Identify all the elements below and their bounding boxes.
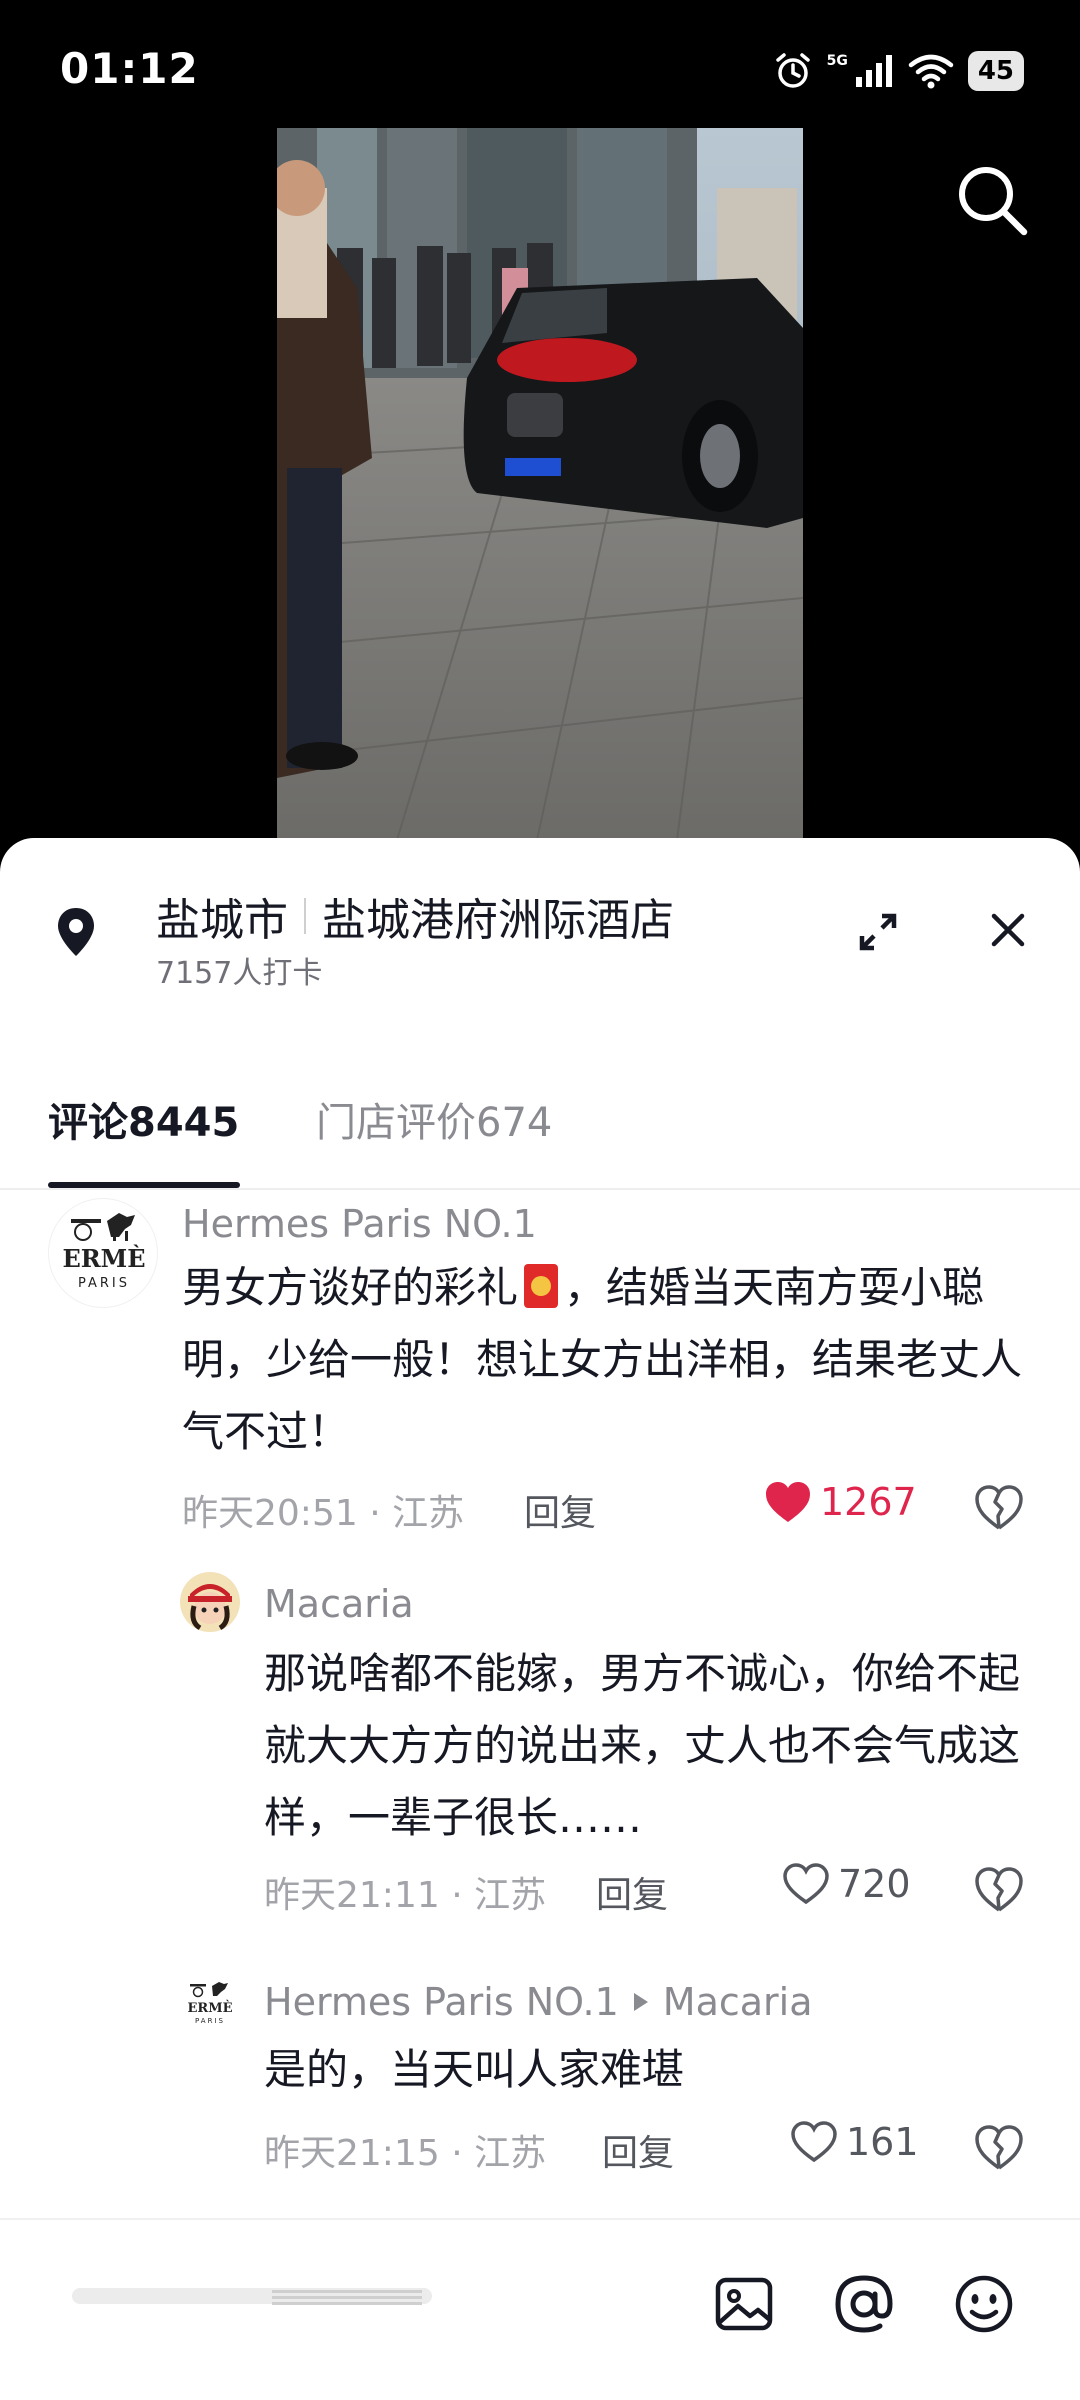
- comment-input-bar: [0, 2218, 1080, 2400]
- like-button[interactable]: 1267: [764, 1480, 917, 1524]
- like-count: 161: [846, 2120, 919, 2164]
- horse-carriage-logo-icon: ERMÈ PARIS: [187, 1982, 233, 2025]
- reply-button[interactable]: 回复: [596, 1866, 668, 1918]
- close-button[interactable]: [986, 908, 1030, 952]
- avatar-logo-sub: PARIS: [195, 2017, 225, 2025]
- status-time: 01:12: [60, 44, 199, 93]
- heart-filled-icon: [766, 1482, 810, 1522]
- comment-text: 男女方谈好的彩礼 ，结婚当天南方耍小聪明，少给一般！想让女方出洋相，结果老丈人气不…: [182, 1252, 1022, 1468]
- battery-indicator: 45: [967, 51, 1024, 91]
- input-placeholder-blur: [72, 2288, 432, 2305]
- location-title: 盐城市 盐城港府洲际酒店: [156, 884, 674, 948]
- at-mention-icon: [835, 2275, 893, 2333]
- like-count: 1267: [820, 1480, 917, 1524]
- avatar[interactable]: [180, 1572, 240, 1632]
- reply-to-username[interactable]: Macaria: [663, 1980, 813, 2024]
- tab-store-reviews[interactable]: 门店评价674: [316, 1090, 552, 1148]
- avatar-logo-text: ERMÈ: [62, 1244, 145, 1273]
- avatar-logo-text: ERMÈ: [187, 2000, 232, 2016]
- image-icon: [715, 2277, 773, 2331]
- comment-meta: 昨天21:15 · 江苏: [264, 2133, 547, 2174]
- location-place: 盐城港府洲际酒店: [322, 895, 674, 946]
- alarm-icon: [775, 53, 810, 88]
- location-pin-icon: [58, 908, 94, 956]
- video-player[interactable]: [277, 128, 803, 840]
- network-type: 5G: [826, 53, 848, 69]
- heart-outline-icon: [791, 2121, 837, 2163]
- comment-input[interactable]: [72, 2276, 432, 2316]
- dislike-button[interactable]: [974, 2122, 1024, 2172]
- comment-sheet: 盐城市 盐城港府洲际酒店 7157人打卡 评论8445 门店评价674 ERMÈ…: [0, 838, 1080, 2400]
- expand-icon: [859, 913, 897, 951]
- signal-icon: [855, 55, 892, 87]
- close-icon: [991, 913, 1025, 947]
- status-icons: 5G 45: [773, 46, 1024, 96]
- like-button[interactable]: 161: [790, 2120, 919, 2164]
- dislike-button[interactable]: [974, 1864, 1024, 1914]
- comment-username-text[interactable]: Hermes Paris NO.1: [264, 1980, 619, 2024]
- avatar-image: [188, 1584, 232, 1631]
- comment-item: ERMÈ PARIS Hermes Paris NO.1 男女方谈好的彩礼 ，结婚…: [0, 1198, 1080, 1508]
- emoji-button[interactable]: [952, 2272, 1016, 2336]
- broken-heart-icon: [975, 1485, 1023, 1530]
- emoji-icon: [955, 2275, 1013, 2333]
- comment-text: 是的，当天叫人家难堪: [264, 2045, 685, 2094]
- image-button[interactable]: [712, 2272, 776, 2336]
- tab-comments[interactable]: 评论8445: [48, 1090, 239, 1148]
- dislike-button[interactable]: [974, 1482, 1024, 1532]
- reply-button[interactable]: 回复: [524, 1484, 596, 1536]
- status-bar: 01:12 5G 45: [0, 0, 1080, 120]
- location-city: 盐城市: [156, 895, 288, 946]
- comment-text-before: 男女方谈好的彩礼: [182, 1263, 519, 1312]
- like-count: 720: [838, 1862, 911, 1906]
- tab-bar: 评论8445 门店评价674: [0, 1070, 1080, 1190]
- checkin-count: 7157人打卡: [156, 956, 323, 991]
- active-tab-indicator: [48, 1182, 240, 1188]
- reply-arrow-icon: [633, 1993, 648, 2011]
- comment-username[interactable]: Hermes Paris NO.1: [182, 1202, 537, 1246]
- comment-username[interactable]: Macaria: [264, 1582, 414, 1626]
- video-frame: [277, 128, 803, 840]
- reply-button[interactable]: 回复: [602, 2124, 674, 2176]
- red-envelope-emoji: [524, 1264, 559, 1308]
- location-separator: [304, 898, 306, 934]
- like-button[interactable]: 720: [782, 1862, 911, 1906]
- comment-meta: 昨天20:51 · 江苏: [182, 1493, 465, 1534]
- search-icon: [959, 167, 1028, 236]
- broken-heart-icon: [975, 2125, 1023, 2170]
- comment-meta: 昨天21:11 · 江苏: [264, 1875, 547, 1916]
- expand-button[interactable]: [856, 910, 900, 954]
- comment-text: 那说啥都不能嫁，男方不诚心，你给不起就大大方方的说出来，丈人也不会气成这样，一辈…: [264, 1649, 1021, 1842]
- avatar[interactable]: ERMÈ PARIS: [48, 1198, 158, 1308]
- avatar[interactable]: ERMÈ PARIS: [180, 1974, 240, 2034]
- broken-heart-icon: [975, 1867, 1023, 1912]
- heart-outline-icon: [783, 1863, 829, 1905]
- wifi-icon: [908, 54, 954, 89]
- location-header[interactable]: 盐城市 盐城港府洲际酒店 7157人打卡: [0, 838, 1080, 1008]
- search-button[interactable]: [952, 160, 1032, 240]
- mention-button[interactable]: [832, 2272, 896, 2336]
- comment-username: Hermes Paris NO.1 Macaria: [264, 1980, 813, 2024]
- horse-carriage-logo-icon: ERMÈ PARIS: [62, 1213, 146, 1291]
- avatar-logo-sub: PARIS: [78, 1276, 130, 1291]
